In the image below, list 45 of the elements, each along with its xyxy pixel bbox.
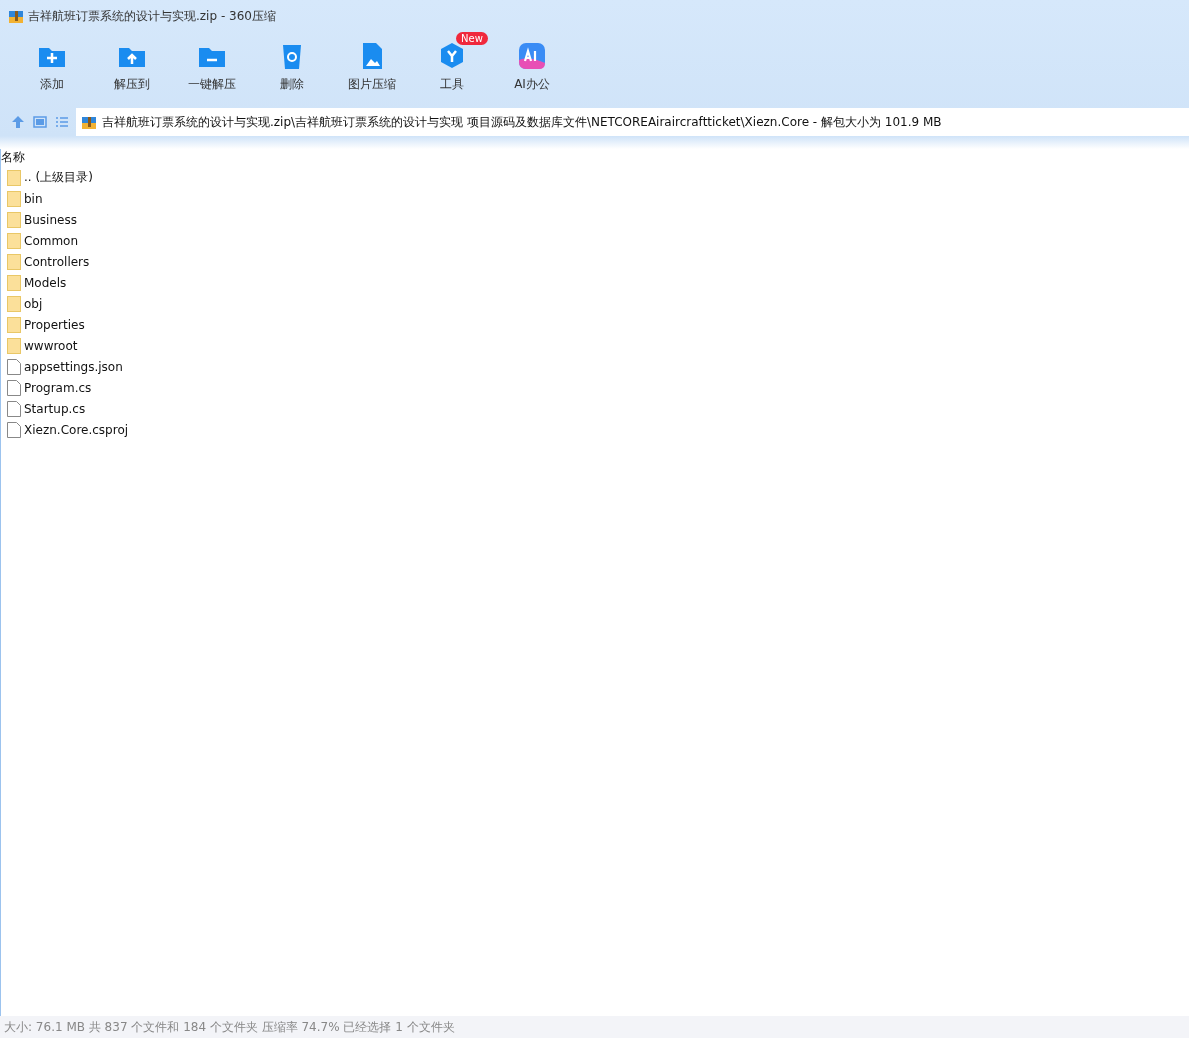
column-header[interactable]: 名称	[1, 149, 1189, 167]
toolbar-button[interactable]: 删除	[252, 32, 332, 102]
file-name[interactable]: Properties	[24, 317, 85, 332]
file-icon	[7, 358, 21, 375]
window-title: 吉祥航班订票系统的设计与实现.zip - 360压缩	[28, 7, 276, 25]
file-name[interactable]: .. (上级目录)	[24, 169, 93, 186]
file-name[interactable]: Controllers	[24, 254, 90, 269]
folder-icon	[7, 295, 21, 312]
new-badge: New	[456, 32, 488, 45]
file-name[interactable]: wwwroot	[24, 338, 78, 353]
file-icon	[7, 379, 21, 396]
folder-icon	[7, 211, 21, 228]
archive-icon	[8, 8, 24, 24]
file-name[interactable]: Common	[24, 233, 79, 248]
toolbar-button[interactable]: AI办公	[492, 32, 572, 102]
ai-icon	[516, 40, 548, 72]
folder-icon	[7, 169, 21, 186]
file-name[interactable]: Business	[24, 212, 77, 227]
folder-icon	[7, 274, 21, 291]
folder-icon	[7, 337, 21, 354]
status-bar: 大小: 76.1 MB 共 837 个文件和 184 个文件夹 压缩率 74.7% 已经选择 1 个文件夹	[0, 1016, 1189, 1038]
file-name[interactable]: Startup.cs	[24, 401, 86, 416]
file-name[interactable]: Xiezn.Core.csproj	[24, 422, 129, 437]
folder-icon	[7, 190, 21, 207]
toolbar-button[interactable]: 图片压缩	[332, 32, 412, 102]
toolbar-button[interactable]: 一键解压	[172, 32, 252, 102]
address-field[interactable]: 吉祥航班订票系统的设计与实现.zip\吉祥航班订票系统的设计与实现 项目源码及数据库文件\NETCOREAiraircraftticket\Xiezn.Core - 解包大小为 101.9 MB	[76, 108, 1189, 136]
thumbnail-view-icon[interactable]	[32, 114, 48, 130]
archive-icon	[81, 114, 97, 130]
file-name[interactable]: obj	[24, 296, 43, 311]
folder-icon	[7, 316, 21, 333]
file-name[interactable]: bin	[24, 191, 43, 206]
folder-icon	[7, 253, 21, 270]
file-name[interactable]: appsettings.json	[24, 359, 123, 374]
toolbar-button[interactable]: 解压到	[92, 32, 172, 102]
file-icon	[7, 421, 21, 438]
file-name[interactable]: Models	[24, 275, 67, 290]
toolbar-button[interactable]: 添加	[12, 32, 92, 102]
list-view-icon[interactable]	[54, 114, 70, 130]
address-path: 吉祥航班订票系统的设计与实现.zip\吉祥航班订票系统的设计与实现 项目源码及数据库文件\NETCOREAiraircraftticket\Xiezn.Core - 解包大小为 101.9 MB	[102, 113, 942, 131]
file-name[interactable]: Program.cs	[24, 380, 92, 395]
up-arrow-icon[interactable]	[10, 114, 26, 130]
file-icon	[7, 400, 21, 417]
folder-icon	[7, 232, 21, 249]
toolbar-button[interactable]: New 工具	[412, 32, 492, 102]
